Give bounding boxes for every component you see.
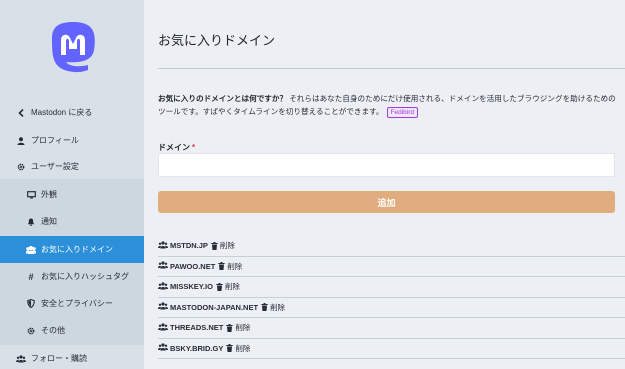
gear-icon (26, 327, 36, 335)
sidebar-item-label: プロフィール (31, 136, 79, 145)
users-icon (158, 302, 168, 312)
trash-icon[interactable] (261, 303, 268, 312)
sidebar-item-favourite-hashtags[interactable]: # お気に入りハッシュタグ (0, 263, 144, 290)
hashtag-icon: # (28, 271, 34, 282)
sidebar-item-label: その他 (41, 326, 65, 335)
sidebar-item-follows[interactable]: フォロー・購読 (0, 345, 144, 369)
list-item: THREADS.NET 削除 (158, 318, 625, 339)
domain-label: ドメイン * (158, 142, 195, 153)
sidebar-item-label: フォロー・購読 (31, 354, 87, 363)
users-icon (158, 241, 168, 251)
list-item: MASTODON-JAPAN.NET 削除 (158, 298, 625, 318)
bell-icon (26, 218, 36, 226)
sidebar-item-notifications[interactable]: 通知 (0, 208, 144, 235)
mastodon-logo-icon[interactable] (48, 20, 98, 76)
sidebar-item-user-settings[interactable]: ユーザー設定 (0, 153, 144, 180)
delete-link[interactable]: 削除 (235, 322, 250, 333)
list-item: MISSKEY.IO 削除 (158, 277, 625, 298)
page-title: お気に入りドメイン (158, 33, 276, 48)
user-icon (16, 136, 26, 145)
back-to-mastodon-link[interactable]: Mastodon に戻る (0, 99, 144, 126)
desktop-icon (26, 190, 36, 199)
delete-link[interactable]: 削除 (227, 261, 242, 272)
users-icon (26, 245, 36, 254)
sidebar-item-profile[interactable]: プロフィール (0, 127, 144, 154)
main-content: お気に入りドメイン お気に入りのドメインとは何ですか？ それらはあなた自身のため… (144, 0, 625, 369)
domain-label-text: ドメイン (158, 143, 190, 152)
sidebar-item-favourite-domains[interactable]: お気に入りドメイン (0, 236, 144, 263)
sidebar-item-label: ユーザー設定 (31, 162, 79, 171)
trash-icon[interactable] (218, 262, 225, 271)
gear-icon (16, 163, 26, 171)
delete-link[interactable]: 削除 (235, 343, 250, 354)
users-icon (158, 261, 168, 271)
users-icon (158, 282, 168, 292)
sidebar-item-label: お気に入りドメイン (41, 245, 113, 254)
trash-icon[interactable] (226, 344, 234, 353)
sidebar-item-label: 外観 (41, 190, 57, 199)
sidebar-item-label: 通知 (41, 217, 57, 226)
intro-heading: お気に入りのドメインとは何ですか？ (158, 94, 288, 103)
domain-list: MSTDN.JP 削除 PAWOO.NET 削除 MISSKEY.IO 削除 MASTODO… (158, 236, 625, 359)
sidebar-item-label: お気に入りハッシュタグ (41, 272, 129, 281)
users-icon (158, 343, 168, 353)
list-item: MSTDN.JP 削除 (158, 236, 625, 257)
users-icon (158, 323, 168, 333)
trash-icon[interactable] (216, 282, 223, 291)
intro-text: お気に入りのドメインとは何ですか？ それらはあなた自身のためにだけ使用される、ド… (158, 92, 618, 118)
trash-icon[interactable] (226, 323, 234, 332)
sidebar-item-appearance[interactable]: 外観 (0, 181, 144, 208)
trash-icon[interactable] (211, 241, 218, 250)
sidebar-item-safety-privacy[interactable]: 安全とプライバシー (0, 290, 144, 317)
delete-link[interactable]: 削除 (270, 302, 285, 313)
list-item: PAWOO.NET 削除 (158, 257, 625, 277)
delete-link[interactable]: 削除 (220, 240, 235, 251)
delete-link[interactable]: 削除 (225, 281, 240, 292)
domain-name[interactable]: BSKY.BRID.GY (170, 344, 223, 353)
sidebar: Mastodon に戻る プロフィール ユーザー設定 外観 通知 お気に入りドメ… (0, 0, 144, 369)
domain-name[interactable]: THREADS.NET (170, 323, 223, 332)
sidebar-item-other[interactable]: その他 (0, 317, 144, 344)
fedibird-badge: Fedibird (386, 107, 419, 118)
list-item: BSKY.BRID.GY 削除 (158, 339, 625, 359)
domain-name[interactable]: MASTODON-JAPAN.NET (170, 303, 258, 312)
shield-icon (26, 299, 36, 308)
sidebar-item-label: 安全とプライバシー (41, 299, 113, 308)
domain-name[interactable]: MISSKEY.IO (170, 282, 213, 291)
title-divider (158, 68, 625, 69)
add-button[interactable]: 追加 (158, 191, 615, 213)
domain-input[interactable] (158, 153, 615, 177)
back-label: Mastodon に戻る (31, 108, 93, 117)
domain-name[interactable]: MSTDN.JP (170, 241, 208, 250)
users-icon (16, 354, 26, 363)
domain-name[interactable]: PAWOO.NET (170, 262, 215, 271)
chevron-left-icon (16, 108, 26, 117)
required-mark: * (192, 143, 196, 152)
